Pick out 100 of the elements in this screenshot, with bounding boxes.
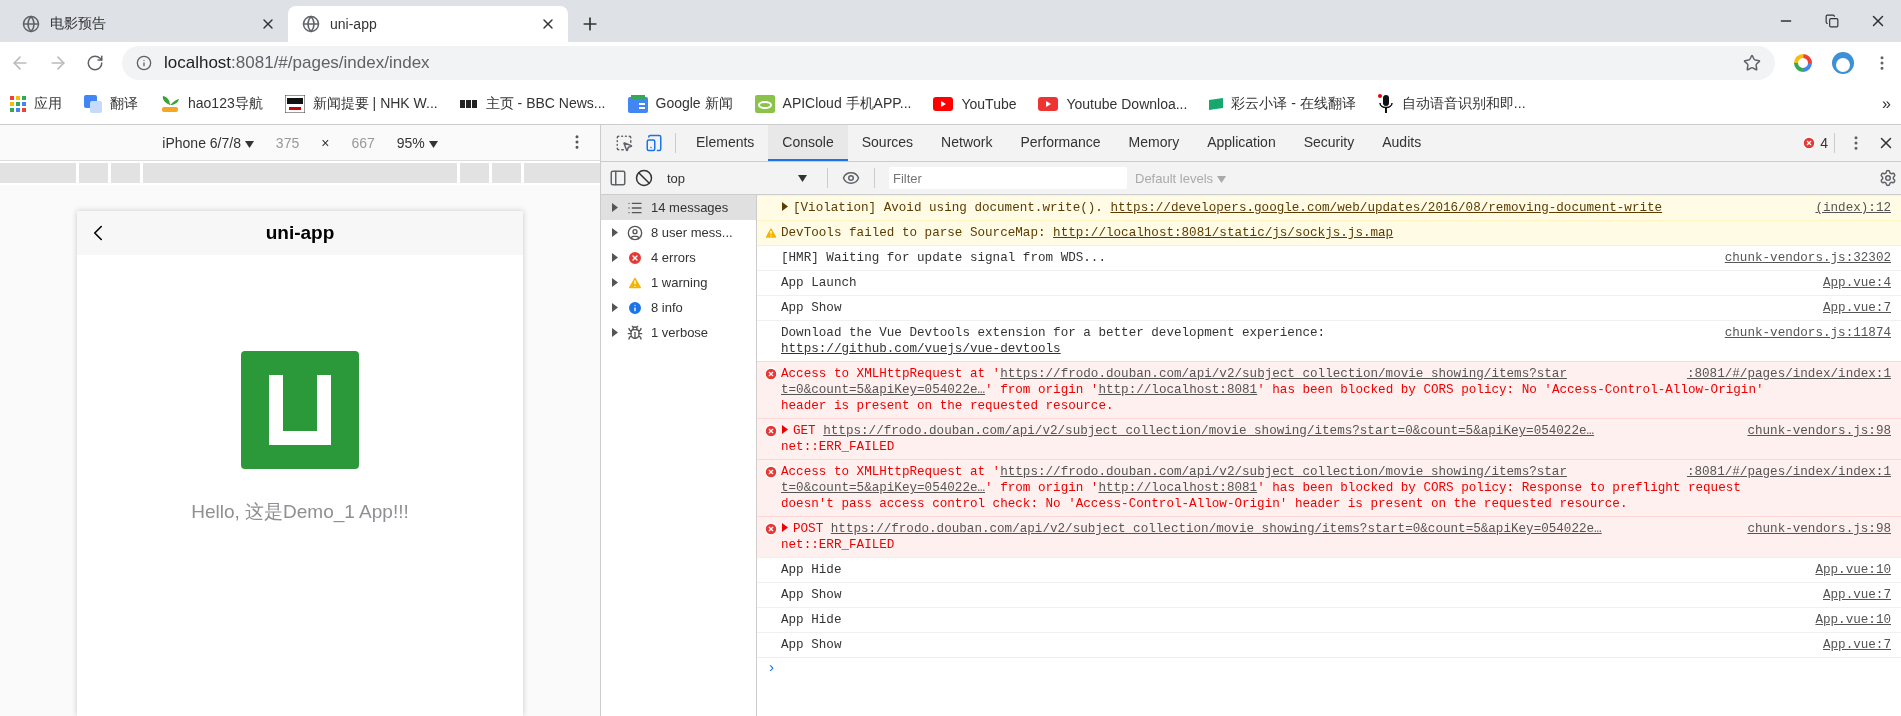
address-bar[interactable]: localhost:8081/#/pages/index/index [122,46,1775,80]
prompt-caret[interactable]: › [757,657,1901,679]
device-select[interactable]: iPhone 6/7/8 [162,134,254,151]
filter-field[interactable]: Filter [889,167,1127,189]
link[interactable]: https://github.com/vuejs/vue-devtools [781,342,1061,356]
link[interactable]: https://developers.google.com/web/updates/2016/08/removing-document-write [1110,201,1663,215]
avatar-icon[interactable] [1831,51,1855,75]
expand-triangle-icon[interactable] [611,203,619,212]
source-link[interactable]: :8081/#/pages/index/index:1 [1686,464,1891,480]
bookmark[interactable]: 新闻提要 | NHK W... [284,95,438,113]
expand-triangle-icon[interactable] [611,278,619,287]
bookmark[interactable]: 主页 - BBC News... [459,95,606,113]
devtools-tab[interactable]: Console [768,125,848,161]
error-icon [764,367,778,381]
dropdown-triangle-icon [1216,175,1226,183]
expand-triangle-icon[interactable] [611,328,619,337]
zoom-select[interactable]: 95% [396,134,438,151]
expand-triangle-icon[interactable] [781,523,789,532]
expand-triangle-icon[interactable] [781,425,789,434]
link[interactable]: t=0&count=5&apiKey=054022e… [781,383,986,397]
devtools-tab[interactable]: Elements [682,125,769,161]
dropdown-triangle-icon [428,140,438,148]
warning-icon [764,226,778,240]
browser-tab[interactable]: uni-app [288,6,568,42]
error-icon [764,465,778,479]
message-text: Access to XMLHttpRequest at ' [781,367,1001,381]
bookmark[interactable]: YouTube [933,96,1017,112]
source-link[interactable]: chunk-vendors.js:11874 [1724,325,1891,341]
clear-icon[interactable] [635,169,653,187]
link[interactable]: https://frodo.douban.com/api/v2/subject_collection/movie_showing/items?star [1000,367,1567,381]
devtools-tab[interactable]: Audits [1368,125,1436,161]
devtools-tab[interactable]: Security [1289,125,1369,161]
link[interactable]: t=0&count=5&apiKey=054022e… [781,481,986,495]
globe-icon [22,15,40,33]
expand-triangle-icon[interactable] [611,303,619,312]
link[interactable]: https://frodo.douban.com/api/v2/subject_collection/movie_showing/items?star [1000,465,1567,479]
cloud-icon [754,95,775,113]
ring-icon[interactable] [1793,53,1813,73]
sidebar-item[interactable]: 1 warning [601,270,756,295]
error-count[interactable]: 4 [1802,135,1828,151]
link[interactable]: http://localhost:8081 [1098,383,1258,397]
expand-triangle-icon[interactable] [611,228,619,237]
settings-icon[interactable] [1879,169,1897,187]
devtools-tab[interactable]: Performance [1006,125,1115,161]
bookmark[interactable]: 自动语音识别和即... [1377,94,1526,114]
more-bookmarks[interactable]: » [1882,95,1891,113]
source-link[interactable]: App.vue:7 [1822,300,1891,316]
sidebar-item[interactable]: 1 verbose [601,320,756,345]
bookmark[interactable]: Google 新闻 [627,95,733,113]
message-text: Access to XMLHttpRequest at ' [781,465,1001,479]
context-select[interactable]: top [661,170,813,186]
browser-tab[interactable]: 电影预告 [8,6,288,42]
devtools-tab[interactable]: Memory [1114,125,1194,161]
devtools-tab[interactable]: Sources [847,125,928,161]
message-text: ' from origin ' [985,383,1099,397]
message-text: Download the Vue Devtools extension for a better development experience: [781,326,1326,340]
flag-icon [1209,98,1224,110]
message-text: DevTools failed to parse SourceMap: [781,226,1047,240]
sidebar-item[interactable]: 8 info [601,295,756,320]
link[interactable]: http://localhost:8081 [1098,481,1258,495]
source-link[interactable]: App.vue:7 [1822,587,1891,603]
expand-triangle-icon[interactable] [781,202,789,211]
link[interactable]: https://frodo.douban.com/api/v2/subject_collection/movie_showing/items?start=0&count=5&apiKey=054022e… [823,424,1595,438]
message-text: App Show [781,638,842,652]
message-text: [Violation] Avoid using document.write(). [793,201,1104,215]
source-link[interactable]: App.vue:7 [1822,637,1891,653]
source-link[interactable]: App.vue:10 [1815,612,1891,628]
source-link[interactable]: :8081/#/pages/index/index:1 [1686,366,1891,382]
message-text: net::ERR_FAILED [781,440,895,454]
bookmark[interactable]: APICloud 手机APP... [754,95,912,113]
bookmark[interactable]: hao123导航 [160,95,263,113]
devtools-tab[interactable]: Application [1193,125,1290,161]
info-icon [627,299,643,316]
star-icon[interactable] [1743,54,1761,72]
reload-icon[interactable] [86,54,104,72]
source-link[interactable]: chunk-vendors.js:98 [1747,423,1891,439]
source-link[interactable]: chunk-vendors.js:98 [1747,521,1891,537]
sidebar-item[interactable]: 4 errors [601,245,756,270]
sidebar-item[interactable]: 8 user mess... [601,220,756,245]
expand-triangle-icon[interactable] [611,253,619,262]
times-sign: × [321,134,330,151]
source-link[interactable]: chunk-vendors.js:32302 [1724,250,1891,266]
source-link[interactable]: App.vue:4 [1822,275,1891,291]
bookmark[interactable]: Youtube Downloa... [1038,96,1188,112]
bookmark[interactable]: 应用 [10,95,62,113]
link[interactable]: https://frodo.douban.com/api/v2/subject_collection/movie_showing/items?start=0&count=5&apiKey=054022e… [830,522,1602,536]
devtools-tab[interactable]: Network [927,125,1007,161]
sidebar-item[interactable]: 14 messages [601,195,756,220]
source-link[interactable]: (index):12 [1815,200,1891,216]
bookmark[interactable]: 翻译 [84,95,138,113]
bookmark[interactable]: 彩云小译 - 在线翻译 [1209,95,1356,113]
sidebar-toggle-icon[interactable] [609,169,627,187]
link[interactable]: http://localhost:8081/static/js/sockjs.js.map [1053,226,1394,240]
news-logo-icon [284,95,305,113]
dropdown-triangle-icon [798,174,807,182]
info-icon[interactable] [136,55,152,71]
eye-icon[interactable] [842,169,860,187]
play-icon [1038,97,1059,111]
source-link[interactable]: App.vue:10 [1815,562,1891,578]
translate-icon [84,95,102,113]
